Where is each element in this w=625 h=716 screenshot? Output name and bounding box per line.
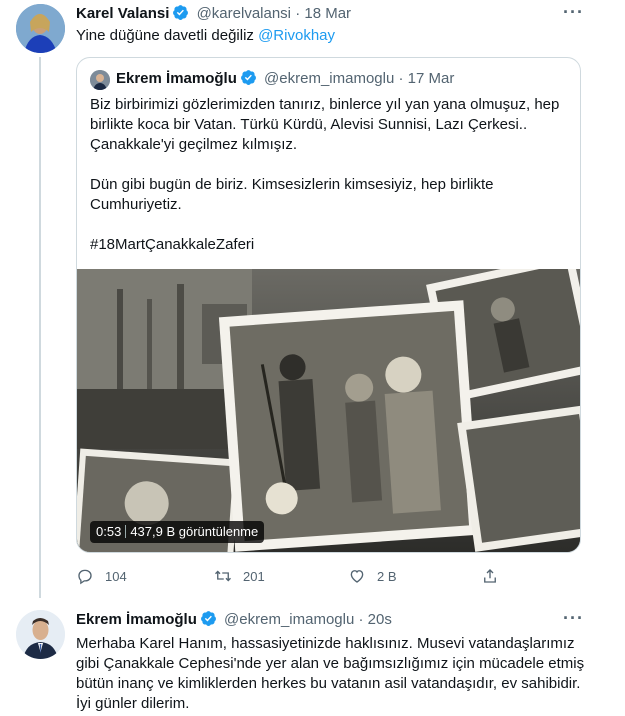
tweet-text: Yine düğüne davetli değiliz @Rivokhay [76, 26, 335, 46]
quoted-header: Ekrem İmamoğlu @ekrem_imamoglu · 17 Mar [116, 69, 454, 87]
reply-header: Ekrem İmamoğlu @ekrem_imamoglu · 20s [76, 610, 392, 628]
reply-button[interactable]: 104 [76, 566, 127, 586]
video-player[interactable]: 0:53 437,9 B görüntülenme [77, 269, 580, 552]
retweet-icon [215, 570, 231, 582]
retweet-count: 201 [243, 568, 265, 584]
quoted-handle: @ekrem_imamoglu [264, 70, 395, 87]
video-duration: 0:53 [96, 524, 122, 539]
hashtag-link[interactable]: #18MartÇanakkaleZaferi [90, 235, 570, 255]
verified-badge-icon [172, 4, 189, 21]
quoted-paragraph: Dün gibi bugün de biriz. Kimsesizlerin k… [90, 176, 494, 213]
reply-author-name[interactable]: Ekrem İmamoğlu [76, 611, 197, 628]
reply-icon [78, 569, 92, 585]
video-stats: 0:53 437,9 B görüntülenme [90, 521, 265, 543]
quoted-author-name: Ekrem İmamoğlu [116, 70, 237, 87]
share-icon [484, 569, 496, 583]
karel-avatar[interactable] [16, 4, 65, 53]
like-button[interactable]: 2 B [348, 566, 397, 586]
separator-dot: · [398, 70, 404, 87]
retweet-button[interactable]: 201 [214, 566, 265, 586]
quoted-tweet[interactable]: Ekrem İmamoğlu @ekrem_imamoglu · 17 Mar … [76, 57, 581, 553]
tweet-actions: 104 201 2 B [76, 566, 506, 586]
separator-dot: · [358, 611, 364, 628]
reply-date[interactable]: 20s [368, 611, 392, 628]
quoted-paragraph: Biz birbirimizi gözlerimizden tanırız, b… [90, 96, 560, 153]
heart-icon [350, 570, 364, 583]
ekrem-avatar[interactable] [16, 610, 65, 659]
share-button[interactable] [481, 566, 510, 586]
author-name[interactable]: Karel Valansi [76, 5, 169, 22]
tweet-text-body: Yine düğüne davetli değiliz [76, 27, 259, 44]
quoted-text: Biz birbirimizi gözlerimizden tanırız, b… [90, 95, 570, 255]
reply-text: Merhaba Karel Hanım, hassasiyetinizde ha… [76, 635, 585, 712]
video-views: 437,9 B görüntülenme [130, 524, 259, 539]
tweet-header: Karel Valansi @karelvalansi · 18 Mar [76, 4, 351, 22]
reply-count: 104 [105, 568, 127, 584]
reply-handle[interactable]: @ekrem_imamoglu [224, 611, 354, 628]
mention-link[interactable]: @Rivokhay [258, 27, 335, 44]
tweet-date[interactable]: 18 Mar [304, 5, 351, 22]
more-options-icon[interactable]: ··· [563, 2, 584, 23]
video-thumbnail [77, 269, 580, 552]
like-count: 2 B [377, 568, 397, 584]
quoted-date: 17 Mar [407, 70, 455, 87]
verified-badge-icon [200, 610, 217, 627]
quoted-avatar [90, 70, 110, 90]
author-handle[interactable]: @karelvalansi [197, 5, 291, 22]
verified-badge-icon [240, 69, 257, 86]
thread-line [39, 57, 41, 598]
more-options-icon[interactable]: ··· [563, 608, 584, 629]
separator-dot: · [295, 5, 301, 22]
